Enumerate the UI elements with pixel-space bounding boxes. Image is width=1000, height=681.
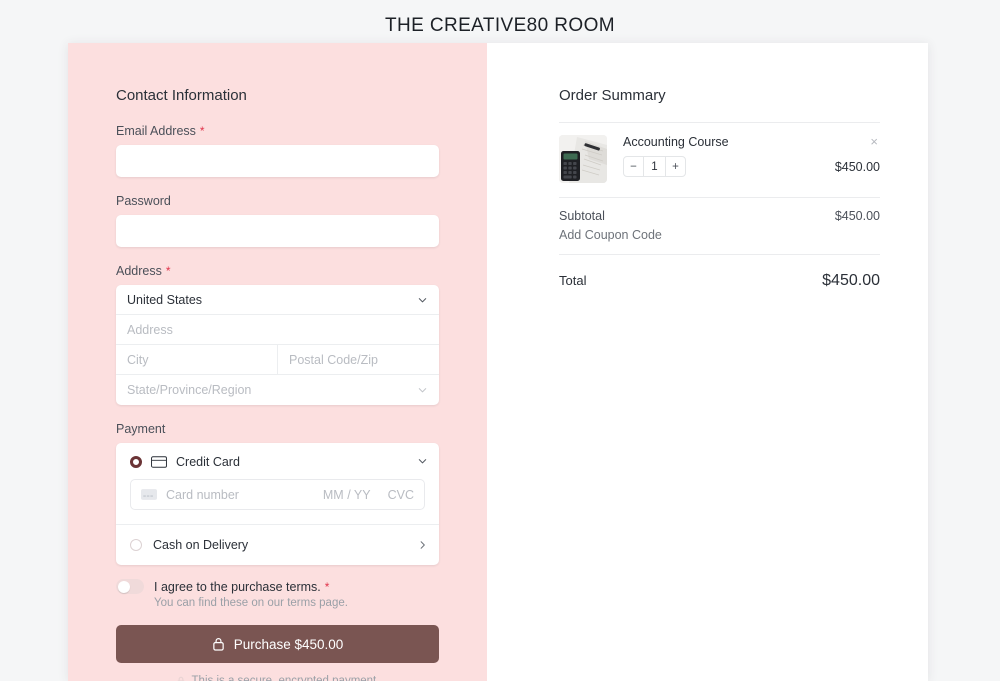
email-field[interactable]: [116, 145, 439, 177]
checkout-card: Contact Information Email Address * Pass…: [68, 43, 928, 681]
password-label: Password: [116, 194, 439, 208]
address-label: Address *: [116, 264, 439, 278]
credit-card-label: Credit Card: [176, 455, 240, 469]
card-expiry-placeholder[interactable]: MM / YY: [323, 488, 371, 502]
contact-payment-panel: Contact Information Email Address * Pass…: [68, 43, 487, 681]
country-row[interactable]: United States: [116, 285, 439, 315]
card-placeholder-icon: [141, 489, 157, 500]
product-thumbnail: [559, 135, 607, 183]
terms-label-text: I agree to the purchase terms.: [154, 579, 321, 594]
state-select[interactable]: State/Province/Region: [116, 375, 439, 405]
address-label-text: Address: [116, 264, 162, 278]
order-item-top: Accounting Course ×: [623, 135, 880, 149]
country-value: United States: [127, 292, 203, 307]
credit-card-icon: [151, 456, 167, 468]
purchase-button-label: Purchase $450.00: [233, 636, 344, 652]
terms-subnote: You can find these on our terms page.: [154, 597, 348, 609]
email-label: Email Address *: [116, 124, 439, 138]
remove-item-icon[interactable]: ×: [868, 135, 880, 148]
subtotal-label: Subtotal: [559, 209, 605, 223]
country-select[interactable]: United States: [116, 285, 439, 314]
total-row: Total $450.00: [559, 255, 880, 290]
subtotal-value: $450.00: [834, 209, 880, 223]
city-postal-row: City Postal Code/Zip: [116, 345, 439, 375]
total-value: $450.00: [822, 272, 880, 289]
checkout-page: THE CREATIVE80 ROOM Contact Information …: [0, 0, 1000, 681]
toggle-knob: [117, 580, 130, 593]
order-item-body: Accounting Course × − 1 + $450.00: [623, 135, 880, 183]
order-item-price: $450.00: [834, 159, 880, 174]
lock-icon: [176, 676, 186, 681]
radio-selected-icon[interactable]: [130, 456, 142, 468]
chevron-down-icon: [417, 294, 428, 305]
quantity-stepper: − 1 +: [623, 156, 686, 177]
state-placeholder-text: State/Province/Region: [127, 383, 252, 397]
quantity-value: 1: [643, 157, 666, 176]
order-item-name: Accounting Course: [623, 135, 729, 149]
radio-unselected-icon[interactable]: [130, 539, 142, 551]
contact-section-title: Contact Information: [116, 87, 247, 104]
order-summary-panel: Order Summary Accounting Course × − 1 + …: [487, 43, 928, 681]
payment-label-text: Payment: [116, 422, 166, 436]
purchase-button[interactable]: Purchase $450.00: [116, 625, 439, 663]
order-summary-title: Order Summary: [559, 87, 666, 104]
payment-methods: Credit Card Card number MM / YY CVC Cash…: [116, 443, 439, 565]
page-title: THE CREATIVE80 ROOM: [384, 15, 615, 36]
chevron-down-icon: [417, 385, 428, 396]
address-required-asterisk: *: [165, 264, 171, 278]
payment-label: Payment: [116, 422, 439, 436]
terms-toggle[interactable]: [116, 579, 144, 594]
street-input[interactable]: Address: [116, 315, 439, 344]
address-group: United States Address City Postal Code/Z…: [116, 285, 439, 405]
terms-agreement-row[interactable]: I agree to the purchase terms. *: [116, 579, 439, 594]
terms-required-asterisk: *: [324, 579, 330, 594]
secure-payment-note: This is a secure, encrypted payment.: [116, 675, 439, 681]
quantity-increment-button[interactable]: +: [666, 157, 685, 176]
email-required-asterisk: *: [199, 124, 205, 138]
email-label-text: Email Address: [116, 124, 196, 138]
chevron-right-icon: [417, 540, 428, 551]
postal-code-input[interactable]: Postal Code/Zip: [277, 345, 439, 374]
password-field[interactable]: [116, 215, 439, 247]
city-input[interactable]: City: [116, 345, 277, 374]
state-row[interactable]: State/Province/Region: [116, 375, 439, 405]
subtotal-row: Subtotal $450.00: [559, 198, 880, 223]
add-coupon-code-link[interactable]: Add Coupon Code: [559, 223, 880, 254]
card-number-field[interactable]: Card number MM / YY CVC: [130, 479, 425, 510]
chevron-down-icon[interactable]: [417, 456, 428, 467]
total-label: Total: [559, 273, 587, 288]
password-label-text: Password: [116, 194, 171, 208]
order-item-bottom: − 1 + $450.00: [623, 156, 880, 177]
street-row[interactable]: Address: [116, 315, 439, 345]
order-line-item: Accounting Course × − 1 + $450.00: [559, 123, 880, 197]
payment-method-credit-card[interactable]: Credit Card: [116, 443, 439, 479]
cash-on-delivery-label: Cash on Delivery: [153, 538, 249, 552]
lock-icon: [212, 637, 225, 651]
quantity-decrement-button[interactable]: −: [624, 157, 643, 176]
card-cvc-placeholder[interactable]: CVC: [388, 488, 414, 502]
terms-label: I agree to the purchase terms. *: [154, 580, 329, 594]
card-number-placeholder: Card number: [166, 487, 239, 502]
secure-payment-text: This is a secure, encrypted payment.: [191, 675, 380, 681]
payment-method-cash-on-delivery[interactable]: Cash on Delivery: [116, 524, 439, 565]
